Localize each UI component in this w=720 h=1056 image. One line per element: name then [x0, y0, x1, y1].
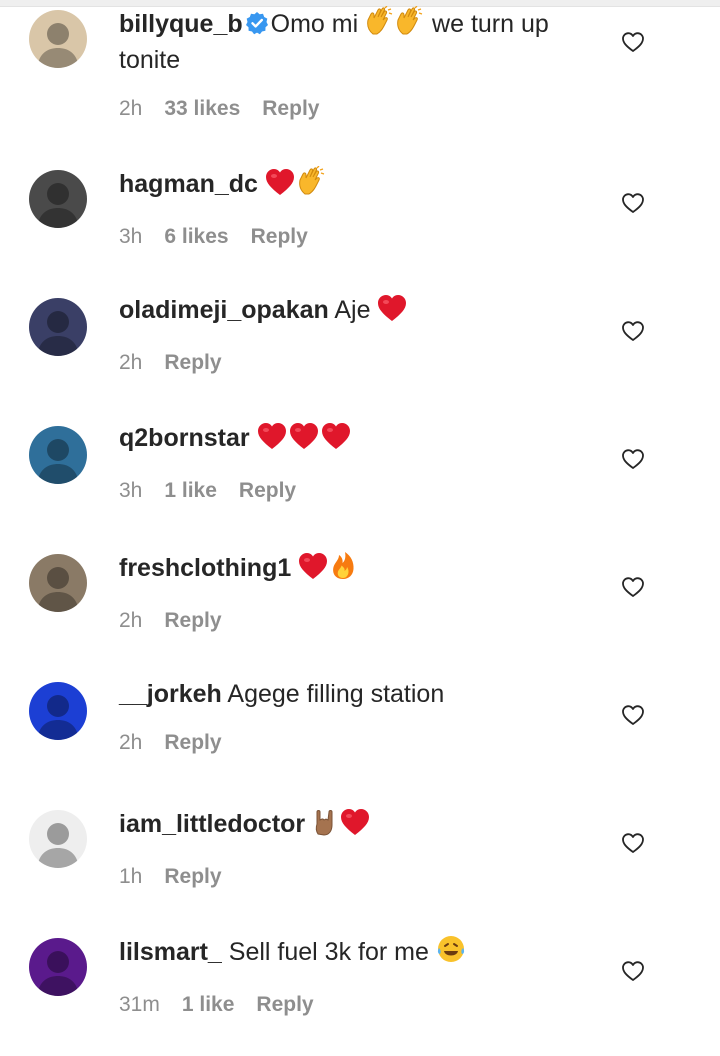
comment-text: oladimeji_opakan Aje — [119, 294, 589, 330]
username-link[interactable]: q2bornstar — [119, 424, 250, 452]
reply-button[interactable]: Reply — [164, 865, 221, 888]
comment-body: lilsmart_ Sell fuel 3k for me 31m 1 like R… — [119, 934, 589, 1020]
heart-red-icon — [340, 808, 370, 844]
avatar[interactable] — [29, 170, 87, 228]
comment-body: hagman_dc 3h 6 likes Reply — [119, 165, 589, 252]
clap-icon — [395, 5, 423, 44]
heart-red-icon — [257, 422, 287, 458]
avatar[interactable] — [29, 938, 87, 996]
avatar[interactable] — [29, 426, 87, 484]
heart-red-icon — [265, 168, 295, 204]
timestamp: 3h — [119, 479, 143, 502]
comment-row: __jorkeh Agege filling station 2h Reply — [0, 672, 720, 800]
avatar[interactable] — [29, 298, 87, 356]
comment-row: hagman_dc 3h 6 likes Reply — [0, 160, 720, 288]
comment-row: billyque_b Omo mi we turn up tonite 2h 33 l… — [0, 0, 720, 128]
timestamp: 3h — [119, 225, 143, 248]
like-heart-icon[interactable] — [621, 703, 645, 727]
username-link[interactable]: oladimeji_opakan — [119, 296, 329, 324]
comment-message: Aje — [334, 296, 371, 324]
likes-count-button[interactable]: 1 like — [164, 479, 217, 502]
comment-row: oladimeji_opakan Aje 2h Reply — [0, 288, 720, 416]
comment-text: hagman_dc — [119, 165, 589, 204]
comment-text: lilsmart_ Sell fuel 3k for me — [119, 934, 589, 972]
comment-meta: 31m 1 like Reply — [119, 990, 589, 1020]
username-link[interactable]: billyque_b — [119, 10, 243, 38]
comment-text: iam_littledoctor — [119, 806, 589, 844]
timestamp: 1h — [119, 865, 143, 888]
heart-red-icon — [289, 422, 319, 458]
avatar[interactable] — [29, 682, 87, 740]
reply-button[interactable]: Reply — [256, 993, 313, 1016]
comment-text: freshclothing1 — [119, 550, 589, 588]
reply-button[interactable]: Reply — [239, 479, 296, 502]
comment-row: lilsmart_ Sell fuel 3k for me 31m 1 like R… — [0, 928, 720, 1056]
comment-row: freshclothing1 2h Reply — [0, 544, 720, 672]
comment-body: q2bornstar 3h 1 like Reply — [119, 422, 589, 506]
comment-meta: 2h 33 likes Reply — [119, 94, 589, 124]
comment-row: q2bornstar 3h 1 like Reply — [0, 416, 720, 544]
heart-red-icon — [377, 294, 407, 330]
avatar[interactable] — [29, 554, 87, 612]
timestamp: 2h — [119, 731, 143, 754]
comment-meta: 3h 6 likes Reply — [119, 222, 589, 252]
heart-red-icon — [298, 552, 328, 588]
timestamp: 2h — [119, 609, 143, 632]
like-heart-icon[interactable] — [621, 575, 645, 599]
likes-count-button[interactable]: 6 likes — [164, 225, 228, 248]
like-heart-icon[interactable] — [621, 319, 645, 343]
comment-text: q2bornstar — [119, 422, 589, 458]
avatar[interactable] — [29, 810, 87, 868]
comment-meta: 1h Reply — [119, 862, 589, 892]
reply-button[interactable]: Reply — [262, 97, 319, 120]
reply-button[interactable]: Reply — [164, 609, 221, 632]
username-link[interactable]: lilsmart_ — [119, 938, 222, 966]
comment-message: Agege filling station — [227, 680, 445, 708]
comment-meta: 2h Reply — [119, 348, 589, 378]
timestamp: 2h — [119, 97, 143, 120]
fire-icon — [330, 550, 356, 588]
comment-meta: 2h Reply — [119, 606, 589, 636]
comment-body: freshclothing1 2h Reply — [119, 550, 589, 636]
comment-row: iam_littledoctor 1h Reply — [0, 800, 720, 928]
verified-badge-icon — [245, 11, 269, 43]
username-link[interactable]: iam_littledoctor — [119, 810, 305, 838]
comment-body: __jorkeh Agege filling station 2h Reply — [119, 678, 589, 758]
heart-red-icon — [321, 422, 351, 458]
like-heart-icon[interactable] — [621, 447, 645, 471]
reply-button[interactable]: Reply — [164, 351, 221, 374]
reply-button[interactable]: Reply — [164, 731, 221, 754]
comment-text: __jorkeh Agege filling station — [119, 678, 589, 710]
clap-icon — [365, 5, 393, 44]
avatar[interactable] — [29, 10, 87, 68]
laughing-tears-icon — [436, 934, 466, 972]
likes-count-button[interactable]: 1 like — [182, 993, 235, 1016]
comment-body: billyque_b Omo mi we turn up tonite 2h 33 l… — [119, 5, 589, 124]
likes-count-button[interactable]: 33 likes — [164, 97, 240, 120]
reply-button[interactable]: Reply — [251, 225, 308, 248]
comment-meta: 3h 1 like Reply — [119, 476, 589, 506]
comment-body: iam_littledoctor 1h Reply — [119, 806, 589, 892]
timestamp: 2h — [119, 351, 143, 374]
comment-message: Omo mi — [270, 10, 359, 38]
username-link[interactable]: freshclothing1 — [119, 554, 291, 582]
username-link[interactable]: hagman_dc — [119, 170, 258, 198]
comment-meta: 2h Reply — [119, 728, 589, 758]
username-link[interactable]: __jorkeh — [119, 680, 222, 708]
like-heart-icon[interactable] — [621, 831, 645, 855]
like-heart-icon[interactable] — [621, 959, 645, 983]
clap-icon — [297, 165, 325, 204]
like-heart-icon[interactable] — [621, 191, 645, 215]
like-heart-icon[interactable] — [621, 30, 645, 54]
timestamp: 31m — [119, 993, 160, 1016]
comment-message: Sell fuel 3k for me — [228, 938, 429, 966]
comment-text: billyque_b Omo mi we turn up tonite — [119, 5, 589, 76]
rock-hand-icon — [312, 806, 338, 844]
comment-body: oladimeji_opakan Aje 2h Reply — [119, 294, 589, 378]
